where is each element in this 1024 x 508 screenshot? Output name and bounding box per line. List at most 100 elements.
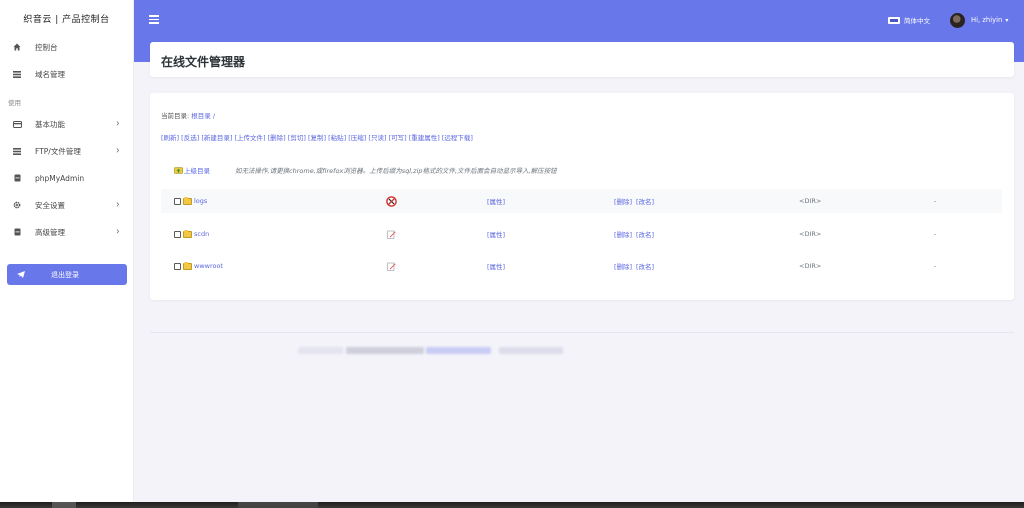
table-row: logs [属性] [删除] [改名] <DIR> - [161,189,1002,213]
rename-link[interactable]: [改名] [636,196,654,206]
properties-link[interactable]: [属性] [487,196,505,206]
usage-note: 如无法操作,请更换chrome,或firefox浏览器。上传后缀为sql,zip… [235,167,557,175]
file-size: - [934,262,937,270]
properties-link[interactable]: [属性] [487,229,505,239]
delete-link[interactable]: [删除] [614,196,632,206]
sidebar-item-label: 基本功能 [35,119,65,129]
file-size: - [934,197,937,205]
sidebar-item-dashboard[interactable]: 控制台 [0,38,134,56]
file-name-link[interactable]: logs [194,197,207,205]
taskbar-item[interactable] [52,502,76,508]
parent-dir-row: 上级目录 如无法操作,请更换chrome,或firefox浏览器。上传后缀为sq… [174,165,557,175]
current-dir-link[interactable]: 根目录 / [191,112,215,120]
folder-icon [183,261,192,270]
list-icon [12,146,22,156]
file-name-link[interactable]: scdn [194,230,209,238]
copy-link[interactable]: [复制] [308,134,326,142]
rebuild-attr-link[interactable]: [重建属性] [409,134,440,142]
folder-icon [183,196,192,205]
parent-dir-label: 上级目录 [184,167,210,175]
gear-icon [12,200,22,210]
table-row: scdn [属性] [删除] [改名] <DIR> - [161,222,1002,246]
edit-icon[interactable] [386,261,397,272]
chevron-right-icon: › [116,118,120,130]
database-icon [12,227,22,237]
sidebar-item-advanced[interactable]: 高级管理 › [0,223,134,241]
file-type: <DIR> [799,230,822,238]
language-label: 简体中文 [904,17,930,25]
send-icon [17,271,29,278]
sidebar-item-security[interactable]: 安全设置 › [0,196,134,214]
sidebar: 织音云 | 产品控制台 控制台 域名管理 使用 基本功能 › FTP/文件管理 … [0,0,134,502]
rename-link[interactable]: [改名] [636,229,654,239]
page-title-card: 在线文件管理器 [150,42,1014,77]
sidebar-item-label: 安全设置 [35,200,65,210]
logout-button[interactable]: 退出登录 [7,264,127,285]
file-type: <DIR> [799,262,822,270]
flag-icon [888,16,900,24]
writable-link[interactable]: [可写] [389,134,407,142]
blurred-footer-link [426,347,491,354]
page-title: 在线文件管理器 [161,55,246,69]
sidebar-item-label: 高级管理 [35,227,65,237]
sidebar-item-label: 控制台 [35,42,58,52]
footer-divider [150,332,1014,333]
new-folder-link[interactable]: [新建目录] [201,134,232,142]
action-toolbar: [刷新] [反选] [新建目录] [上传文件] [删除] [剪切] [复制] [… [161,132,473,142]
logout-label: 退出登录 [51,270,79,279]
sidebar-item-ftp[interactable]: FTP/文件管理 › [0,142,134,160]
chevron-right-icon: › [116,226,120,238]
language-selector[interactable]: 简体中文 [888,13,930,27]
list-icon [12,69,22,79]
database-icon [12,173,22,183]
no-write-icon[interactable] [386,195,397,207]
card-icon [12,119,22,129]
cut-link[interactable]: [剪切] [288,134,306,142]
delete-link[interactable]: [删除] [614,261,632,271]
chevron-down-icon: ▾ [1005,16,1009,24]
chevron-right-icon: › [116,199,120,211]
refresh-link[interactable]: [刷新] [161,134,179,142]
sidebar-item-domains[interactable]: 域名管理 [0,65,134,83]
properties-link[interactable]: [属性] [487,261,505,271]
sidebar-item-phpmyadmin[interactable]: phpMyAdmin [0,169,134,187]
delete-link[interactable]: [删除] [614,229,632,239]
file-name-link[interactable]: wwwroot [194,262,223,270]
current-dir-label: 当前目录: [161,112,190,120]
row-checkbox[interactable] [174,262,181,270]
rename-link[interactable]: [改名] [636,261,654,271]
edit-icon[interactable] [386,229,397,240]
blurred-footer-text [298,347,343,354]
sidebar-item-label: 域名管理 [35,69,65,79]
readonly-link[interactable]: [只读] [368,134,386,142]
os-taskbar [0,502,1024,508]
folder-up-icon [174,167,183,174]
user-greeting: Hi, zhiyin [971,16,1003,24]
sidebar-item-basic[interactable]: 基本功能 › [0,115,134,133]
sidebar-item-label: phpMyAdmin [35,173,85,183]
folder-icon [183,229,192,238]
paste-link[interactable]: [粘贴] [328,134,346,142]
chevron-right-icon: › [116,145,120,157]
delete-link[interactable]: [删除] [268,134,286,142]
brand-title: 织音云 | 产品控制台 [23,14,110,25]
current-directory: 当前目录: 根目录 / [161,110,215,120]
sidebar-section-label: 使用 [8,99,21,107]
remote-download-link[interactable]: [远程下载] [442,134,473,142]
taskbar-item[interactable] [238,502,318,508]
sidebar-item-label: FTP/文件管理 [35,146,81,156]
compress-link[interactable]: [压缩] [348,134,366,142]
parent-dir-link[interactable]: 上级目录 [174,165,210,175]
app-root: 织音云 | 产品控制台 控制台 域名管理 使用 基本功能 › FTP/文件管理 … [0,0,1024,508]
home-icon [12,42,22,52]
table-row: wwwroot [属性] [删除] [改名] <DIR> - [161,254,1002,278]
upload-file-link[interactable]: [上传文件] [234,134,265,142]
user-menu[interactable]: Hi, zhiyin ▾ [950,12,1008,28]
file-size: - [934,230,937,238]
row-checkbox[interactable] [174,197,181,205]
menu-toggle-icon[interactable] [149,15,159,24]
invert-select-link[interactable]: [反选] [181,134,199,142]
row-checkbox[interactable] [174,230,181,238]
blurred-footer-text [346,347,424,354]
blurred-footer-text [499,347,563,354]
